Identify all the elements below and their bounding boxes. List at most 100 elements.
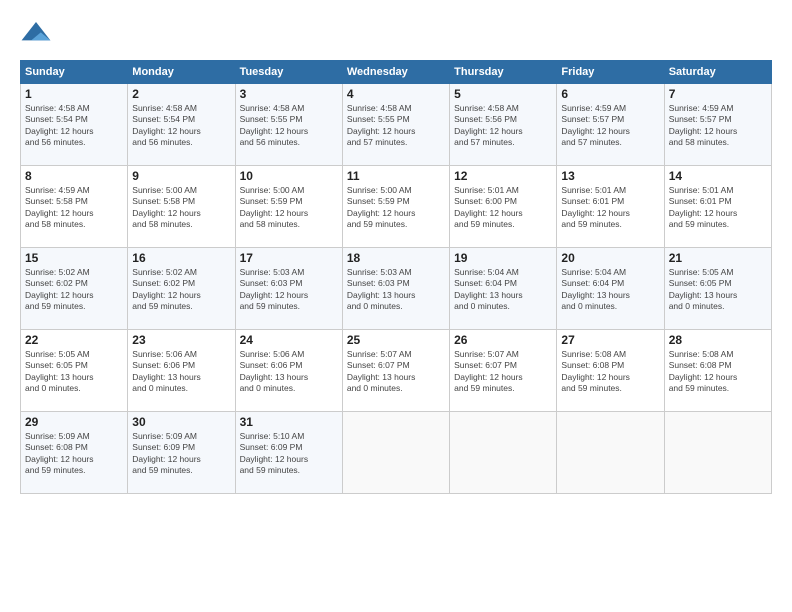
day-info: Sunrise: 5:00 AM Sunset: 5:58 PM Dayligh… — [132, 185, 230, 231]
day-number: 26 — [454, 333, 552, 347]
calendar-week-row: 1 Sunrise: 4:58 AM Sunset: 5:54 PM Daylig… — [21, 84, 772, 166]
weekday-header: Saturday — [664, 61, 771, 84]
calendar-header-row: SundayMondayTuesdayWednesdayThursdayFrid… — [21, 61, 772, 84]
calendar-day-cell: 26 Sunrise: 5:07 AM Sunset: 6:07 PM Dayli… — [450, 330, 557, 412]
calendar-day-cell: 9 Sunrise: 5:00 AM Sunset: 5:58 PM Daylig… — [128, 166, 235, 248]
empty-day-cell — [450, 412, 557, 494]
day-info: Sunrise: 5:06 AM Sunset: 6:06 PM Dayligh… — [240, 349, 338, 395]
calendar-day-cell: 31 Sunrise: 5:10 AM Sunset: 6:09 PM Dayli… — [235, 412, 342, 494]
day-number: 22 — [25, 333, 123, 347]
day-info: Sunrise: 4:58 AM Sunset: 5:56 PM Dayligh… — [454, 103, 552, 149]
day-number: 28 — [669, 333, 767, 347]
day-info: Sunrise: 4:59 AM Sunset: 5:57 PM Dayligh… — [561, 103, 659, 149]
day-number: 7 — [669, 87, 767, 101]
calendar-day-cell: 13Sunrise: 5:01 AM Sunset: 6:01 PM Dayli… — [557, 166, 664, 248]
day-number: 13 — [561, 169, 659, 183]
day-info: Sunrise: 4:58 AM Sunset: 5:54 PM Dayligh… — [132, 103, 230, 149]
day-info: Sunrise: 4:59 AM Sunset: 5:58 PM Dayligh… — [25, 185, 123, 231]
calendar-day-cell: 1 Sunrise: 4:58 AM Sunset: 5:54 PM Daylig… — [21, 84, 128, 166]
day-number: 14 — [669, 169, 767, 183]
calendar-day-cell: 8 Sunrise: 4:59 AM Sunset: 5:58 PM Daylig… — [21, 166, 128, 248]
day-number: 5 — [454, 87, 552, 101]
calendar-day-cell: 21 Sunrise: 5:05 AM Sunset: 6:05 PM Dayli… — [664, 248, 771, 330]
calendar-day-cell: 24 Sunrise: 5:06 AM Sunset: 6:06 PM Dayli… — [235, 330, 342, 412]
day-info: Sunrise: 4:58 AM Sunset: 5:54 PM Dayligh… — [25, 103, 123, 149]
calendar-day-cell: 7 Sunrise: 4:59 AM Sunset: 5:57 PM Daylig… — [664, 84, 771, 166]
day-info: Sunrise: 5:07 AM Sunset: 6:07 PM Dayligh… — [454, 349, 552, 395]
calendar-day-cell: 4 Sunrise: 4:58 AM Sunset: 5:55 PM Daylig… — [342, 84, 449, 166]
calendar-table: SundayMondayTuesdayWednesdayThursdayFrid… — [20, 60, 772, 494]
day-number: 24 — [240, 333, 338, 347]
day-number: 23 — [132, 333, 230, 347]
day-info: Sunrise: 5:01 AM Sunset: 6:01 PM Dayligh… — [669, 185, 767, 231]
calendar-day-cell: 25 Sunrise: 5:07 AM Sunset: 6:07 PM Dayli… — [342, 330, 449, 412]
calendar-day-cell: 22 Sunrise: 5:05 AM Sunset: 6:05 PM Dayli… — [21, 330, 128, 412]
logo-icon — [20, 18, 52, 50]
calendar-day-cell: 30Sunrise: 5:09 AM Sunset: 6:09 PM Dayli… — [128, 412, 235, 494]
weekday-header: Friday — [557, 61, 664, 84]
calendar-day-cell: 10 Sunrise: 5:00 AM Sunset: 5:59 PM Dayli… — [235, 166, 342, 248]
calendar-day-cell: 27Sunrise: 5:08 AM Sunset: 6:08 PM Dayli… — [557, 330, 664, 412]
day-number: 3 — [240, 87, 338, 101]
day-number: 30 — [132, 415, 230, 429]
day-number: 31 — [240, 415, 338, 429]
day-info: Sunrise: 5:05 AM Sunset: 6:05 PM Dayligh… — [669, 267, 767, 313]
day-info: Sunrise: 4:58 AM Sunset: 5:55 PM Dayligh… — [347, 103, 445, 149]
day-number: 8 — [25, 169, 123, 183]
day-number: 29 — [25, 415, 123, 429]
day-info: Sunrise: 5:10 AM Sunset: 6:09 PM Dayligh… — [240, 431, 338, 477]
day-number: 15 — [25, 251, 123, 265]
day-number: 9 — [132, 169, 230, 183]
calendar-week-row: 8 Sunrise: 4:59 AM Sunset: 5:58 PM Daylig… — [21, 166, 772, 248]
day-number: 10 — [240, 169, 338, 183]
calendar-day-cell: 2 Sunrise: 4:58 AM Sunset: 5:54 PM Daylig… — [128, 84, 235, 166]
day-info: Sunrise: 5:03 AM Sunset: 6:03 PM Dayligh… — [347, 267, 445, 313]
calendar-day-cell: 12Sunrise: 5:01 AM Sunset: 6:00 PM Dayli… — [450, 166, 557, 248]
empty-day-cell — [342, 412, 449, 494]
day-info: Sunrise: 5:08 AM Sunset: 6:08 PM Dayligh… — [669, 349, 767, 395]
day-number: 12 — [454, 169, 552, 183]
calendar-day-cell: 23Sunrise: 5:06 AM Sunset: 6:06 PM Dayli… — [128, 330, 235, 412]
calendar-day-cell: 18 Sunrise: 5:03 AM Sunset: 6:03 PM Dayli… — [342, 248, 449, 330]
day-info: Sunrise: 5:03 AM Sunset: 6:03 PM Dayligh… — [240, 267, 338, 313]
calendar-day-cell: 3 Sunrise: 4:58 AM Sunset: 5:55 PM Daylig… — [235, 84, 342, 166]
day-number: 25 — [347, 333, 445, 347]
day-info: Sunrise: 5:08 AM Sunset: 6:08 PM Dayligh… — [561, 349, 659, 395]
calendar-day-cell: 15 Sunrise: 5:02 AM Sunset: 6:02 PM Dayli… — [21, 248, 128, 330]
day-info: Sunrise: 5:02 AM Sunset: 6:02 PM Dayligh… — [132, 267, 230, 313]
weekday-header: Tuesday — [235, 61, 342, 84]
calendar-day-cell: 28 Sunrise: 5:08 AM Sunset: 6:08 PM Dayli… — [664, 330, 771, 412]
weekday-header: Thursday — [450, 61, 557, 84]
day-number: 17 — [240, 251, 338, 265]
day-info: Sunrise: 5:07 AM Sunset: 6:07 PM Dayligh… — [347, 349, 445, 395]
calendar-day-cell: 29 Sunrise: 5:09 AM Sunset: 6:08 PM Dayli… — [21, 412, 128, 494]
day-number: 21 — [669, 251, 767, 265]
calendar-week-row: 22 Sunrise: 5:05 AM Sunset: 6:05 PM Dayli… — [21, 330, 772, 412]
calendar-day-cell: 16 Sunrise: 5:02 AM Sunset: 6:02 PM Dayli… — [128, 248, 235, 330]
day-number: 11 — [347, 169, 445, 183]
calendar-day-cell: 17 Sunrise: 5:03 AM Sunset: 6:03 PM Dayli… — [235, 248, 342, 330]
day-info: Sunrise: 5:02 AM Sunset: 6:02 PM Dayligh… — [25, 267, 123, 313]
logo — [20, 18, 58, 50]
day-number: 4 — [347, 87, 445, 101]
day-info: Sunrise: 4:59 AM Sunset: 5:57 PM Dayligh… — [669, 103, 767, 149]
day-info: Sunrise: 4:58 AM Sunset: 5:55 PM Dayligh… — [240, 103, 338, 149]
calendar-day-cell: 6Sunrise: 4:59 AM Sunset: 5:57 PM Daylig… — [557, 84, 664, 166]
calendar-week-row: 15 Sunrise: 5:02 AM Sunset: 6:02 PM Dayli… — [21, 248, 772, 330]
calendar-week-row: 29 Sunrise: 5:09 AM Sunset: 6:08 PM Dayli… — [21, 412, 772, 494]
day-info: Sunrise: 5:04 AM Sunset: 6:04 PM Dayligh… — [454, 267, 552, 313]
day-info: Sunrise: 5:04 AM Sunset: 6:04 PM Dayligh… — [561, 267, 659, 313]
day-number: 2 — [132, 87, 230, 101]
day-number: 1 — [25, 87, 123, 101]
day-number: 16 — [132, 251, 230, 265]
weekday-header: Sunday — [21, 61, 128, 84]
day-info: Sunrise: 5:00 AM Sunset: 5:59 PM Dayligh… — [240, 185, 338, 231]
weekday-header: Wednesday — [342, 61, 449, 84]
calendar-day-cell: 5 Sunrise: 4:58 AM Sunset: 5:56 PM Daylig… — [450, 84, 557, 166]
page-header — [20, 18, 772, 50]
day-number: 18 — [347, 251, 445, 265]
empty-day-cell — [557, 412, 664, 494]
calendar-day-cell: 14 Sunrise: 5:01 AM Sunset: 6:01 PM Dayli… — [664, 166, 771, 248]
day-info: Sunrise: 5:05 AM Sunset: 6:05 PM Dayligh… — [25, 349, 123, 395]
day-info: Sunrise: 5:09 AM Sunset: 6:08 PM Dayligh… — [25, 431, 123, 477]
